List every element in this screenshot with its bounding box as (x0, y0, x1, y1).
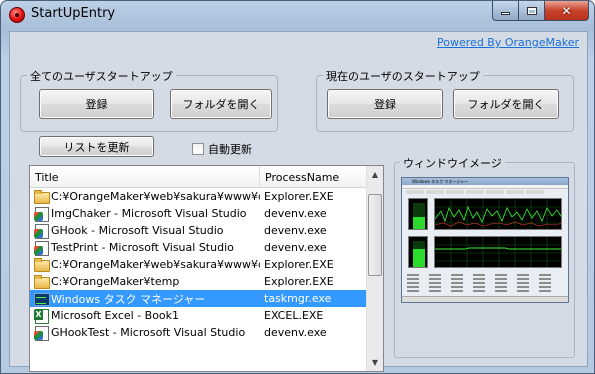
window-image-panel: ウィンドウイメージ Windows タスク マネージャー (394, 155, 575, 358)
folder-icon (33, 189, 50, 204)
all-users-register-button[interactable]: 登録 (39, 89, 154, 119)
list-item[interactable]: Microsoft Excel - Book1 EXCEL.EXE (30, 307, 368, 324)
thumbnail-tabs (406, 190, 546, 194)
thumbnail-stats-line (407, 282, 557, 284)
close-icon: ✕ (561, 3, 572, 18)
scroll-down-icon: ▼ (371, 358, 379, 367)
row-process-name: taskmgr.exe (264, 292, 332, 305)
process-list[interactable]: Title ProcessName C:¥OrangeMaker¥web¥sak… (29, 165, 384, 372)
row-process-name: EXCEL.EXE (264, 309, 324, 322)
row-title: Microsoft Excel - Book1 (51, 309, 180, 322)
thumbnail-stats-line (407, 290, 557, 292)
excel-icon (33, 308, 49, 324)
folder-icon (33, 274, 50, 289)
row-process-name: devenv.exe (264, 224, 327, 237)
title-bar[interactable]: StartUpEntry ✕ (1, 1, 594, 31)
row-title: Windows タスク マネージャー (51, 292, 206, 306)
minimize-icon (501, 12, 510, 15)
maximize-icon (526, 6, 537, 15)
list-item[interactable]: C:¥OrangeMaker¥web¥sakura¥www¥do… Explore… (30, 256, 368, 273)
row-title: C:¥OrangeMaker¥temp (51, 275, 180, 288)
refresh-list-button[interactable]: リストを更新 (39, 136, 154, 157)
all-users-startup-group: 全てのユーザスタートアップ 登録 フォルダを開く (20, 68, 278, 132)
list-item[interactable]: GHook - Microsoft Visual Studio devenv.ex… (30, 222, 368, 239)
row-title: TestPrint - Microsoft Visual Studio (51, 241, 234, 254)
row-title: GHookTest - Microsoft Visual Studio (51, 326, 246, 339)
scroll-down-button[interactable]: ▼ (367, 354, 383, 371)
caption-buttons: ✕ (492, 1, 589, 21)
column-header-processname[interactable]: ProcessName (260, 166, 368, 188)
thumbnail-stats-line (407, 274, 557, 276)
minimize-button[interactable] (492, 1, 519, 21)
row-process-name: devenv.exe (264, 207, 327, 220)
current-user-open-folder-button[interactable]: フォルダを開く (453, 89, 559, 119)
close-button[interactable]: ✕ (545, 1, 589, 21)
row-process-name: devenv.exe (264, 241, 327, 254)
current-user-register-button[interactable]: 登録 (327, 89, 443, 119)
row-process-name: Explorer.EXE (264, 258, 334, 271)
visual-studio-icon (33, 223, 49, 239)
list-header: Title ProcessName (30, 166, 368, 188)
row-title: GHook - Microsoft Visual Studio (51, 224, 224, 237)
all-users-group-label: 全てのユーザスタートアップ (27, 68, 176, 84)
visual-studio-icon (33, 325, 49, 341)
client-area: Powered By OrangeMaker 全てのユーザスタートアップ 登録 … (9, 31, 588, 372)
list-item[interactable]: ImgChaker - Microsoft Visual Studio deven… (30, 205, 368, 222)
list-item[interactable]: GHookTest - Microsoft Visual Studio deven… (30, 324, 368, 341)
auto-refresh-label: 自動更新 (208, 143, 252, 156)
row-title: C:¥OrangeMaker¥web¥sakura¥www¥do… (51, 190, 260, 203)
list-item[interactable]: TestPrint - Microsoft Visual Studio deven… (30, 239, 368, 256)
app-icon[interactable] (9, 7, 25, 23)
list-item[interactable]: Windows タスク マネージャー taskmgr.exe (30, 290, 368, 307)
maximize-button[interactable] (519, 1, 545, 21)
task-manager-icon (33, 291, 50, 306)
all-users-open-folder-button[interactable]: フォルダを開く (170, 89, 272, 119)
current-user-startup-group: 現在のユーザのスタートアップ 登録 フォルダを開く (316, 68, 574, 132)
thumbnail-title: Windows タスク マネージャー (402, 178, 568, 185)
thumbnail-memory-history (434, 236, 562, 268)
thumbnail-menu-bar (402, 185, 568, 189)
row-process-name: Explorer.EXE (264, 190, 334, 203)
thumbnail-cpu-meter (408, 198, 428, 230)
scrollbar-thumb[interactable] (368, 194, 382, 276)
thumbnail-cpu-history (434, 198, 562, 230)
visual-studio-icon (33, 206, 49, 222)
app-window: StartUpEntry ✕ Powered By OrangeMaker 全て… (0, 0, 595, 374)
row-title: ImgChaker - Microsoft Visual Studio (51, 207, 247, 220)
vertical-scrollbar[interactable]: ▲ ▼ (366, 166, 383, 371)
list-item[interactable]: C:¥OrangeMaker¥web¥sakura¥www¥do… Explore… (30, 188, 368, 205)
visual-studio-icon (33, 240, 49, 256)
current-user-group-label: 現在のユーザのスタートアップ (323, 68, 483, 84)
list-rows: C:¥OrangeMaker¥web¥sakura¥www¥do… Explore… (30, 188, 368, 341)
scroll-up-icon: ▲ (371, 170, 379, 179)
window-title: StartUpEntry (31, 6, 116, 21)
folder-icon (33, 257, 50, 272)
thumbnail-status-bar (402, 296, 568, 302)
list-item[interactable]: C:¥OrangeMaker¥temp Explorer.EXE (30, 273, 368, 290)
column-header-title[interactable]: Title (30, 166, 260, 188)
window-thumbnail: Windows タスク マネージャー (401, 177, 569, 303)
thumbnail-memory-meter (408, 236, 428, 268)
row-process-name: Explorer.EXE (264, 275, 334, 288)
row-title: C:¥OrangeMaker¥web¥sakura¥www¥do… (51, 258, 260, 271)
thumbnail-stats-line (407, 286, 557, 288)
thumbnail-stats-line (407, 278, 557, 280)
scroll-up-button[interactable]: ▲ (367, 166, 383, 183)
window-image-label: ウィンドウイメージ (400, 155, 505, 171)
auto-refresh-checkbox[interactable]: 自動更新 (192, 141, 252, 157)
row-process-name: devenv.exe (264, 326, 327, 339)
powered-by-link[interactable]: Powered By OrangeMaker (437, 36, 579, 49)
auto-refresh-checkbox-box[interactable] (192, 143, 204, 155)
